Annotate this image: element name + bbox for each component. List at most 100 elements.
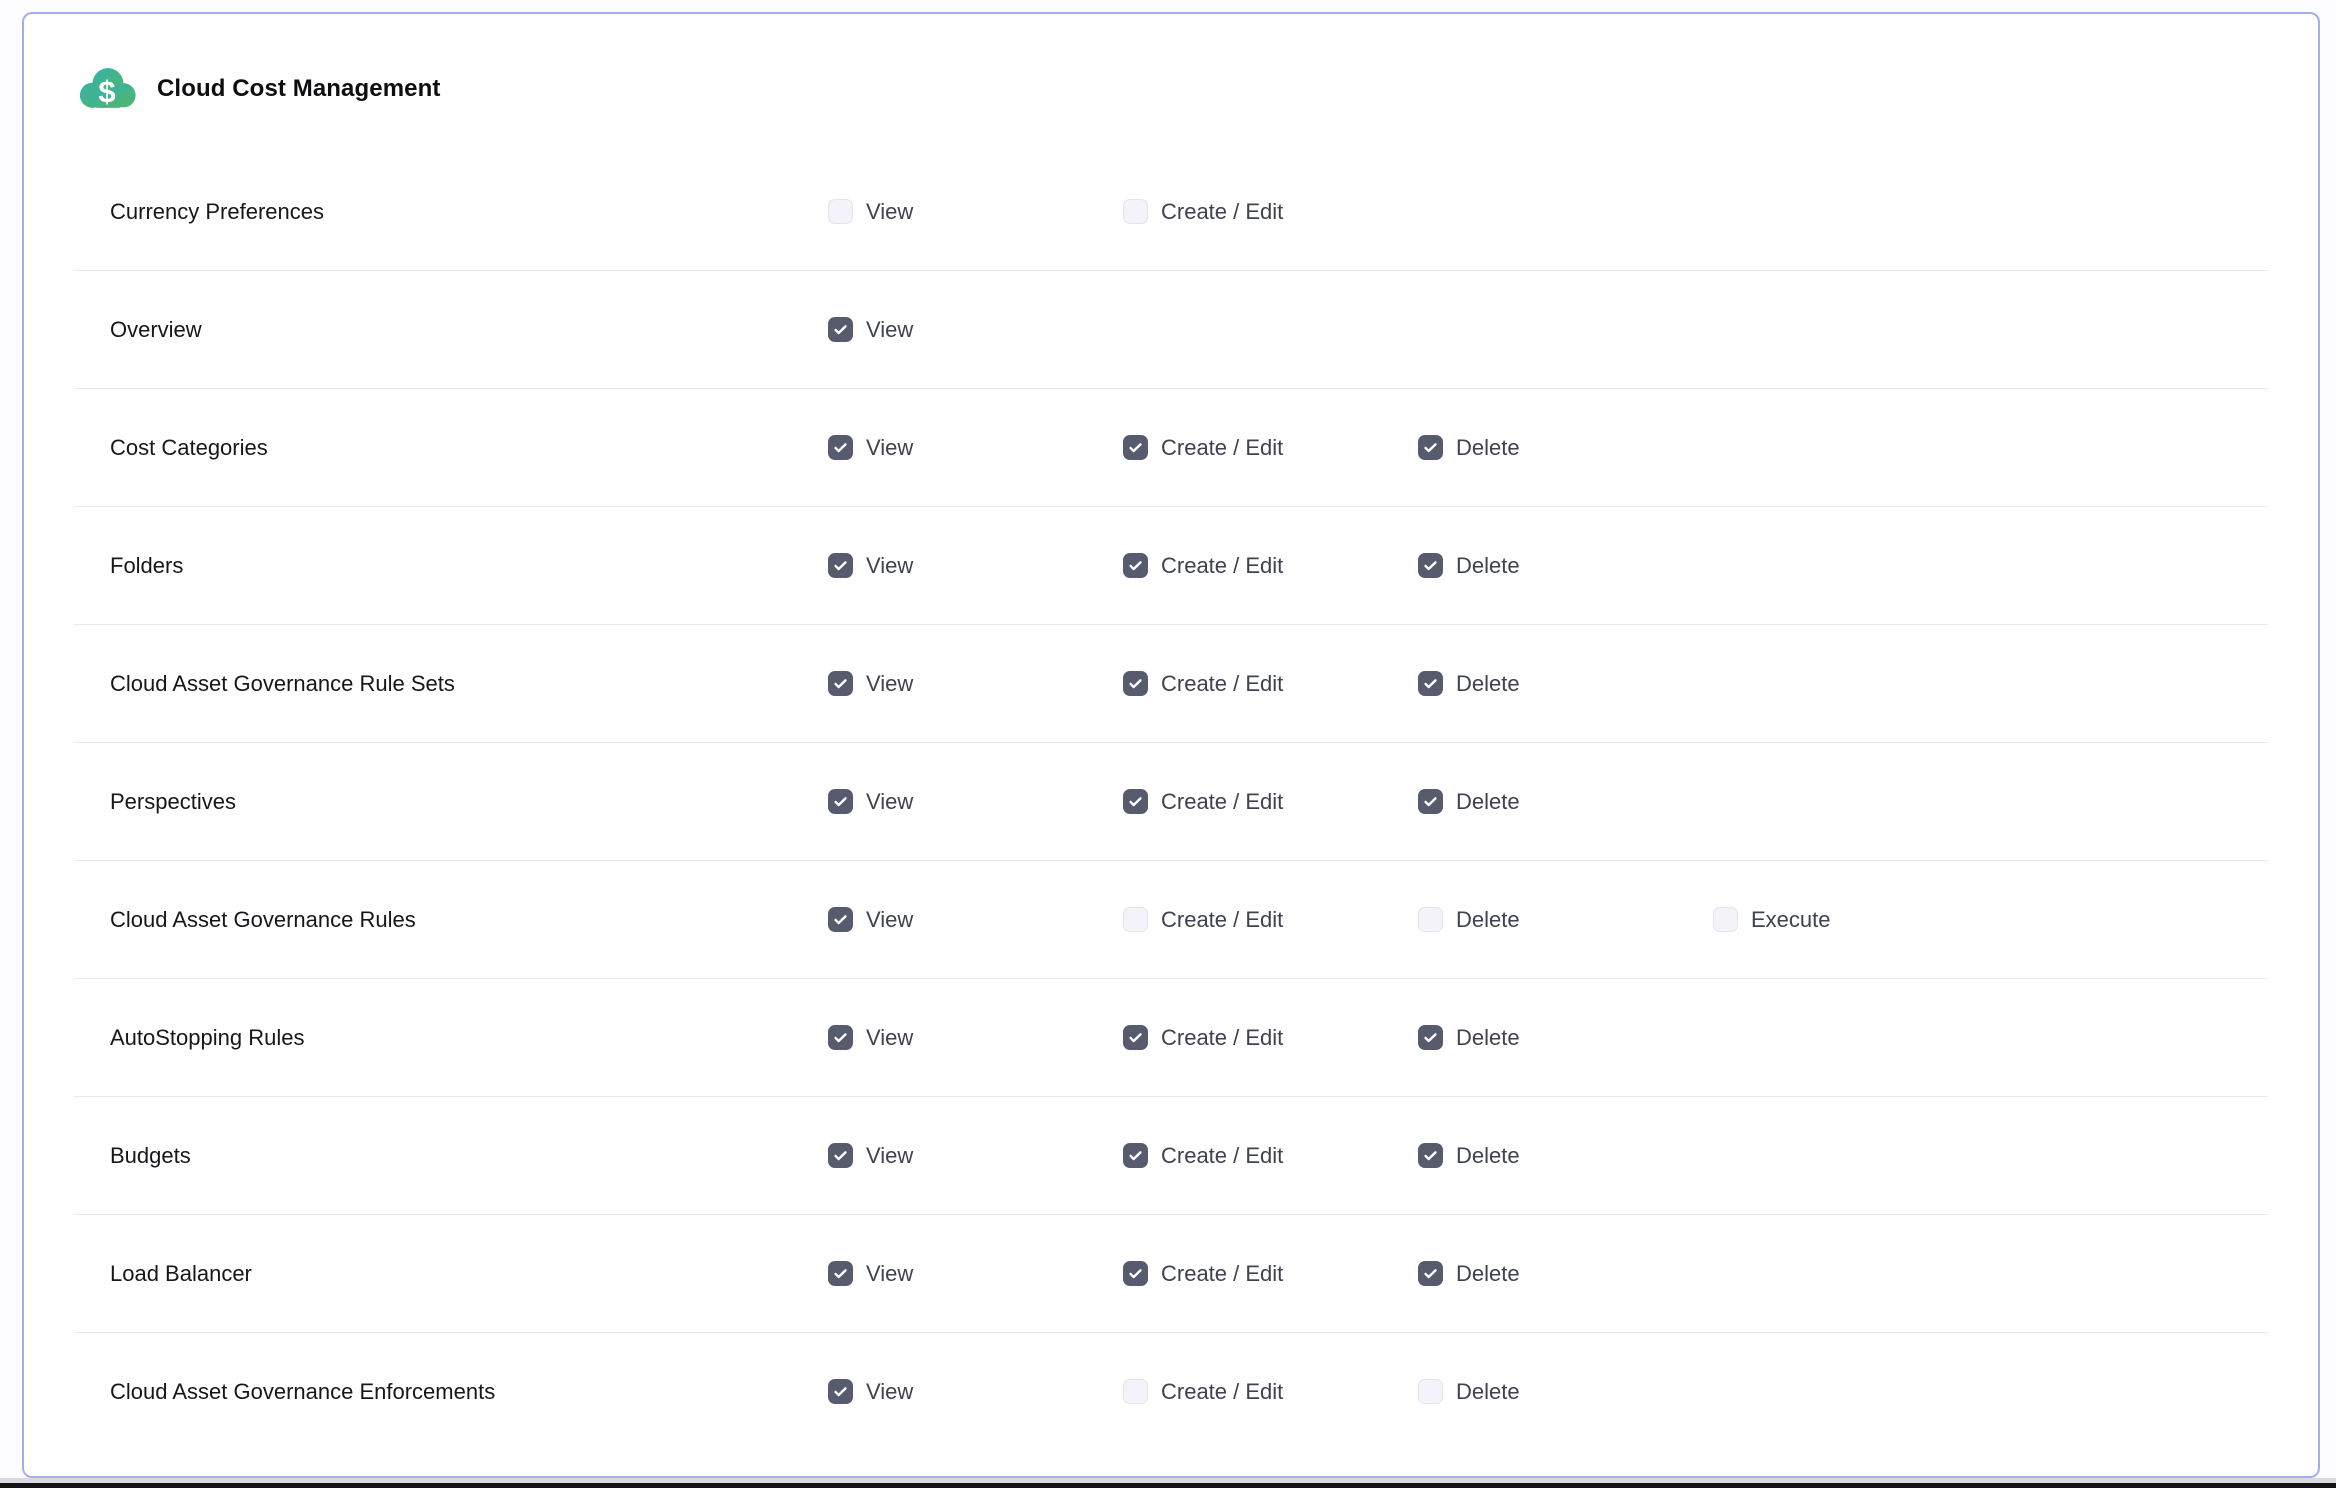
resource-label: Budgets	[110, 1143, 191, 1168]
check-icon	[832, 1383, 849, 1400]
resource-label: Cloud Asset Governance Rule Sets	[110, 671, 455, 696]
permission-option[interactable]: Delete	[1418, 553, 1520, 579]
permission-option[interactable]: Delete	[1418, 907, 1520, 933]
resource-label-cell: Cloud Asset Governance Rules	[74, 907, 828, 933]
permission-checkbox[interactable]	[1123, 1261, 1148, 1286]
permission-checkbox[interactable]	[1418, 1261, 1443, 1286]
permission-option[interactable]: Create / Edit	[1123, 553, 1283, 579]
permission-label: Delete	[1456, 789, 1520, 815]
permission-option[interactable]: Create / Edit	[1123, 1261, 1283, 1287]
permission-checkbox[interactable]	[1123, 1379, 1148, 1404]
permission-option[interactable]: View	[828, 435, 913, 461]
permission-option[interactable]: View	[828, 553, 913, 579]
permission-checkbox[interactable]	[1123, 1025, 1148, 1050]
permission-option[interactable]: Delete	[1418, 435, 1520, 461]
permission-checkbox[interactable]	[1418, 671, 1443, 696]
permission-row: AutoStopping Rules View Create / Edit De…	[74, 979, 2268, 1097]
permission-checkbox[interactable]	[1418, 907, 1443, 932]
permission-label: Delete	[1456, 1261, 1520, 1287]
permission-checkbox[interactable]	[1418, 789, 1443, 814]
permission-checkbox[interactable]	[828, 789, 853, 814]
permission-checkbox[interactable]	[1123, 907, 1148, 932]
permission-checkbox[interactable]	[1123, 1143, 1148, 1168]
permission-label: Create / Edit	[1161, 435, 1283, 461]
permission-option[interactable]: View	[828, 1261, 913, 1287]
permission-option[interactable]: Create / Edit	[1123, 199, 1283, 225]
permission-checkbox[interactable]	[1123, 553, 1148, 578]
check-icon	[832, 321, 849, 338]
permission-checkbox[interactable]	[1123, 199, 1148, 224]
check-icon	[1422, 675, 1439, 692]
permission-option[interactable]: View	[828, 671, 913, 697]
permission-option[interactable]: Execute	[1713, 907, 1831, 933]
permission-option[interactable]: Delete	[1418, 789, 1520, 815]
permission-row: Overview View	[74, 271, 2268, 389]
permission-label: Delete	[1456, 1379, 1520, 1405]
permission-checkbox[interactable]	[1123, 671, 1148, 696]
permission-option[interactable]: Delete	[1418, 1379, 1520, 1405]
permission-checkbox[interactable]	[828, 317, 853, 342]
permission-checkbox[interactable]	[1418, 1025, 1443, 1050]
resource-label-cell: Folders	[74, 553, 828, 579]
permission-label: Create / Edit	[1161, 671, 1283, 697]
permission-checkbox[interactable]	[1713, 907, 1738, 932]
check-icon	[832, 557, 849, 574]
permission-option[interactable]: Create / Edit	[1123, 789, 1283, 815]
permission-checkbox[interactable]	[828, 671, 853, 696]
permission-checkbox[interactable]	[828, 1025, 853, 1050]
permission-label: View	[866, 553, 913, 579]
permission-option[interactable]: Create / Edit	[1123, 1025, 1283, 1051]
permission-checkbox[interactable]	[1418, 1379, 1443, 1404]
permission-option[interactable]: Create / Edit	[1123, 1379, 1283, 1405]
permission-option[interactable]: Create / Edit	[1123, 671, 1283, 697]
permission-checkbox[interactable]	[1418, 553, 1443, 578]
permission-option[interactable]: Create / Edit	[1123, 907, 1283, 933]
dollar-cloud-icon: $	[76, 65, 138, 112]
resource-label: Overview	[110, 317, 202, 342]
permission-checkbox[interactable]	[1123, 435, 1148, 460]
permission-label: View	[866, 1261, 913, 1287]
check-icon	[1422, 557, 1439, 574]
permission-option[interactable]: View	[828, 317, 913, 343]
permission-option[interactable]: Create / Edit	[1123, 435, 1283, 461]
permission-label: View	[866, 789, 913, 815]
permission-option[interactable]: View	[828, 789, 913, 815]
permission-option[interactable]: View	[828, 199, 913, 225]
module-title: Cloud Cost Management	[157, 75, 440, 103]
permission-option[interactable]: Delete	[1418, 1025, 1520, 1051]
permission-rows-list: Currency Preferences View Create / Edit …	[74, 153, 2268, 1450]
check-icon	[1422, 439, 1439, 456]
permission-label: Create / Edit	[1161, 1379, 1283, 1405]
permission-label: Create / Edit	[1161, 1143, 1283, 1169]
check-icon	[1422, 1147, 1439, 1164]
permission-option[interactable]: Delete	[1418, 671, 1520, 697]
permission-option[interactable]: View	[828, 907, 913, 933]
permission-checkbox[interactable]	[828, 1143, 853, 1168]
permission-label: View	[866, 435, 913, 461]
permission-checkbox[interactable]	[828, 907, 853, 932]
resource-label: Perspectives	[110, 789, 236, 814]
permission-option[interactable]: Create / Edit	[1123, 1143, 1283, 1169]
permission-checkbox[interactable]	[1418, 435, 1443, 460]
permission-option[interactable]: View	[828, 1025, 913, 1051]
permission-checkbox[interactable]	[1123, 789, 1148, 814]
permission-checkbox[interactable]	[828, 435, 853, 460]
permission-row: Cost Categories View Create / Edit Delet…	[74, 389, 2268, 507]
permission-checkbox[interactable]	[828, 1379, 853, 1404]
permission-row: Folders View Create / Edit Delete	[74, 507, 2268, 625]
permission-option[interactable]: Delete	[1418, 1261, 1520, 1287]
permission-checkbox[interactable]	[828, 1261, 853, 1286]
permission-label: View	[866, 1143, 913, 1169]
resource-label-cell: AutoStopping Rules	[74, 1025, 828, 1051]
permission-option[interactable]: Delete	[1418, 1143, 1520, 1169]
permission-checkbox[interactable]	[828, 553, 853, 578]
permission-checkbox[interactable]	[1418, 1143, 1443, 1168]
permission-label: View	[866, 1025, 913, 1051]
permission-option[interactable]: View	[828, 1143, 913, 1169]
check-icon	[832, 1265, 849, 1282]
resource-label-cell: Budgets	[74, 1143, 828, 1169]
bottom-black-strip	[0, 1483, 2336, 1488]
permission-checkbox[interactable]	[828, 199, 853, 224]
permission-option[interactable]: View	[828, 1379, 913, 1405]
resource-label: Currency Preferences	[110, 199, 324, 224]
